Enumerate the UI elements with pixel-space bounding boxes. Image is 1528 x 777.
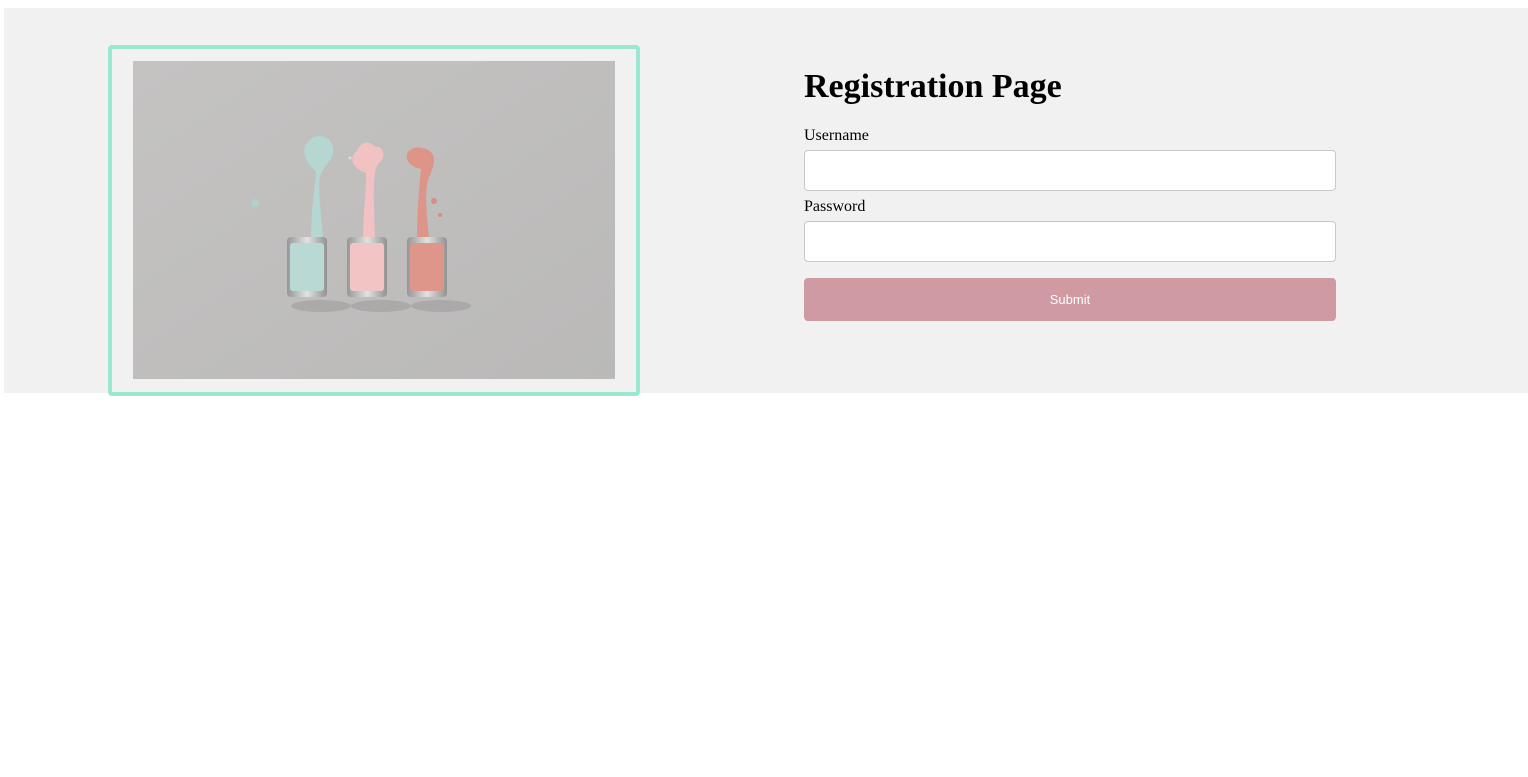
password-input[interactable]	[804, 221, 1336, 262]
registration-form: Registration Page Username Password Subm…	[804, 66, 1336, 321]
submit-button[interactable]: Submit	[804, 278, 1336, 321]
password-label: Password	[804, 198, 866, 215]
username-label: Username	[804, 127, 869, 144]
registration-banner: Registration Page Username Password Subm…	[4, 8, 1528, 396]
photo-frame	[108, 45, 640, 396]
nail-polish-photo	[133, 61, 615, 379]
username-input[interactable]	[804, 150, 1336, 191]
page-title: Registration Page	[804, 68, 1062, 105]
